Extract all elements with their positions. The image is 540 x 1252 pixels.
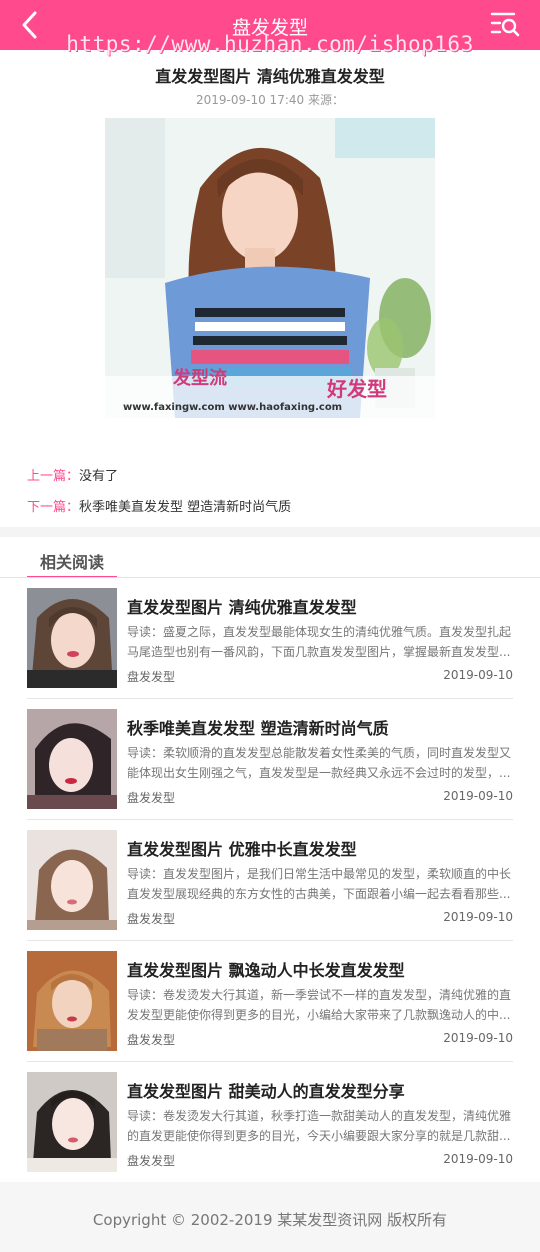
image-url-text: www.faxingw.com www.haofaxing.com [123, 402, 342, 413]
image-logo-text-1: 发型流 [172, 367, 227, 389]
item-category[interactable]: 盘发发型 [127, 1152, 175, 1169]
item-divider [27, 819, 513, 820]
item-thumbnail [27, 830, 117, 930]
footer: Copyright © 2002-2019 某某发型资讯网 版权所有 [0, 1182, 540, 1252]
item-divider [27, 1061, 513, 1062]
list-item[interactable]: 直发发型图片 甜美动人的直发发型分享 导读：卷发烫发大行其道，秋季打造一款甜美动… [27, 1072, 513, 1172]
item-summary: 导读：柔软顺滑的直发发型总能散发着女性柔美的气质，同时直发发型又能体现出女生刚强… [127, 746, 512, 780]
item-divider [27, 698, 513, 699]
item-thumbnail [27, 588, 117, 688]
item-date: 2019-09-10 [443, 789, 513, 803]
article-title: 直发发型图片 清纯优雅直发发型 [155, 67, 385, 86]
item-title: 直发发型图片 优雅中长直发发型 [127, 840, 357, 859]
item-title: 直发发型图片 飘逸动人中长发直发发型 [127, 961, 405, 980]
item-thumbnail [27, 1072, 117, 1172]
image-logo-text-2: 好发型 [326, 377, 387, 401]
item-summary: 导读：直发发型图片，是我们日常生活中最常见的发型，柔软顺直的中长直发发型展现经典… [127, 867, 512, 901]
next-article-link[interactable]: 下一篇：秋季唯美直发发型 塑造清新时尚气质 [27, 496, 291, 515]
item-date: 2019-09-10 [443, 668, 513, 682]
article-meta: 2019-09-10 17:40 来源： [0, 91, 540, 108]
item-date: 2019-09-10 [443, 1152, 513, 1166]
item-category[interactable]: 盘发发型 [127, 668, 175, 685]
list-item[interactable]: 直发发型图片 清纯优雅直发发型 导读：盛夏之际，直发发型最能体现女生的清纯优雅气… [27, 588, 513, 688]
item-category[interactable]: 盘发发型 [127, 789, 175, 806]
item-date: 2019-09-10 [443, 910, 513, 924]
watermark-url: https://www.huzhan.com/ishop163 [66, 32, 474, 56]
section-divider [0, 527, 540, 537]
item-date: 2019-09-10 [443, 1031, 513, 1045]
article-image: 发型流 好发型 www.faxingw.com www.haofaxing.co… [105, 118, 435, 418]
related-heading: 相关阅读 [40, 553, 105, 572]
item-title: 直发发型图片 清纯优雅直发发型 [127, 598, 357, 617]
item-thumbnail [27, 709, 117, 809]
item-summary: 导读：卷发烫发大行其道，新一季尝试不一样的直发发型，清纯优雅的直发发型更能使你得… [127, 988, 512, 1022]
list-item[interactable]: 秋季唯美直发发型 塑造清新时尚气质 导读：柔软顺滑的直发发型总能散发着女性柔美的… [27, 709, 513, 809]
item-title: 直发发型图片 甜美动人的直发发型分享 [127, 1082, 405, 1101]
prev-title: 没有了 [79, 469, 119, 484]
item-summary: 导读：盛夏之际，直发发型最能体现女生的清纯优雅气质。直发发型扎起马尾造型也别有一… [127, 625, 512, 659]
prev-label: 上一篇： [27, 469, 80, 484]
item-category[interactable]: 盘发发型 [127, 1031, 175, 1048]
related-tab[interactable]: 相关阅读 [27, 547, 117, 578]
list-item[interactable]: 直发发型图片 优雅中长直发发型 导读：直发发型图片，是我们日常生活中最常见的发型… [27, 830, 513, 930]
prev-article-link[interactable]: 上一篇：没有了 [27, 465, 118, 484]
article-date: 2019-09-10 17:40 [196, 93, 305, 107]
list-item[interactable]: 直发发型图片 飘逸动人中长发直发发型 导读：卷发烫发大行其道，新一季尝试不一样的… [27, 951, 513, 1051]
related-rule [0, 577, 540, 578]
item-summary: 导读：卷发烫发大行其道，秋季打造一款甜美动人的直发发型，清纯优雅的直发更能使你得… [127, 1109, 512, 1143]
item-thumbnail [27, 951, 117, 1051]
next-title: 秋季唯美直发发型 塑造清新时尚气质 [79, 500, 292, 515]
copyright-text: Copyright © 2002-2019 某某发型资讯网 版权所有 [92, 1211, 448, 1229]
item-title: 秋季唯美直发发型 塑造清新时尚气质 [127, 719, 389, 738]
article-source-label: 来源： [307, 93, 344, 107]
item-category[interactable]: 盘发发型 [127, 910, 175, 927]
item-divider [27, 940, 513, 941]
next-label: 下一篇： [27, 500, 80, 515]
